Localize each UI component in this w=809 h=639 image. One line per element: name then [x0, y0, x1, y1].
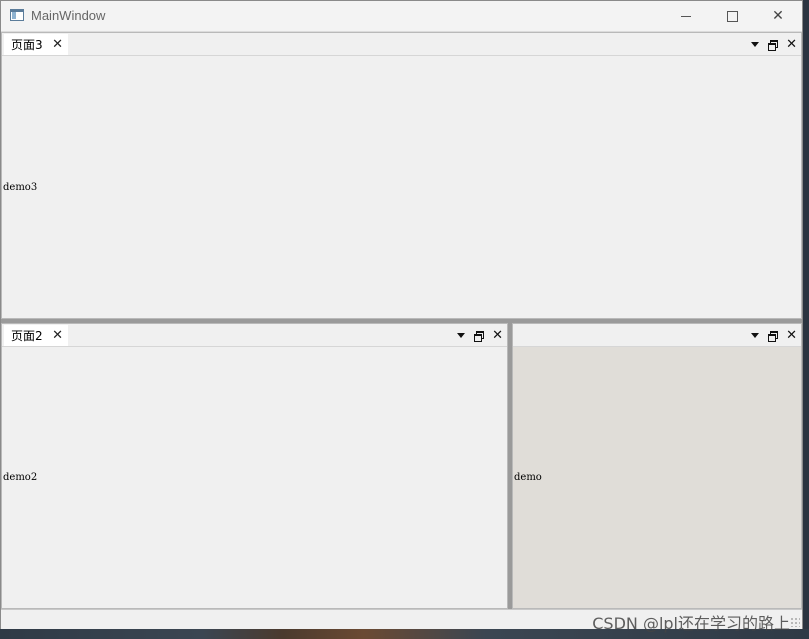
dock-panel-left: 页面2 ✕ ✕ demo2 — [1, 323, 508, 609]
tab-label: 页面3 — [11, 38, 43, 52]
dock-content: demo3 — [2, 56, 801, 318]
float-icon[interactable] — [768, 330, 779, 342]
float-icon[interactable] — [768, 39, 779, 51]
dropdown-icon[interactable] — [751, 332, 760, 338]
dock-tab-bar: 页面3 ✕ ✕ — [2, 33, 801, 56]
tab-label: 页面2 — [11, 329, 43, 343]
app-window-icon — [10, 9, 24, 21]
minimize-button[interactable] — [663, 1, 709, 31]
close-icon: ✕ — [772, 8, 784, 24]
close-window-button[interactable]: ✕ — [755, 1, 801, 31]
tab-page2[interactable]: 页面2 ✕ — [4, 325, 68, 346]
watermark-text: CSDN @lpl还在学习的路上 — [592, 614, 790, 633]
tab-close-icon[interactable]: ✕ — [52, 37, 63, 52]
maximize-icon — [726, 10, 738, 22]
minimize-icon — [681, 15, 691, 17]
close-icon[interactable]: ✕ — [786, 38, 797, 51]
dock-buttons: ✕ — [457, 324, 503, 346]
dock-tab-bar: ✕ — [513, 324, 801, 347]
window-title: MainWindow — [31, 8, 106, 23]
title-bar[interactable]: MainWindow ✕ — [1, 1, 802, 32]
tab-page3[interactable]: 页面3 ✕ — [4, 34, 68, 55]
close-icon[interactable]: ✕ — [786, 329, 797, 342]
float-icon[interactable] — [474, 330, 485, 342]
dropdown-icon[interactable] — [751, 41, 760, 47]
close-icon[interactable]: ✕ — [492, 329, 503, 342]
content-text: demo — [514, 472, 542, 483]
maximize-button[interactable] — [709, 1, 755, 31]
dock-buttons: ✕ — [751, 324, 797, 346]
status-bar: CSDN @lpl还在学习的路上 — [1, 609, 802, 633]
tab-close-icon[interactable]: ✕ — [52, 328, 63, 343]
dropdown-icon[interactable] — [457, 332, 466, 338]
resize-grip-icon[interactable] — [790, 617, 800, 627]
content-text: demo3 — [3, 182, 38, 193]
dock-buttons: ✕ — [751, 33, 797, 55]
dock-panel-top: 页面3 ✕ ✕ demo3 — [1, 32, 802, 319]
dock-content: demo — [513, 347, 801, 608]
content-text: demo2 — [3, 472, 38, 483]
main-window: MainWindow ✕ 页面3 ✕ ✕ demo3 页面2 ✕ ✕ demo2… — [0, 0, 803, 633]
dock-content: demo2 — [2, 347, 507, 608]
dock-tab-bar: 页面2 ✕ ✕ — [2, 324, 507, 347]
dock-panel-right: ✕ demo — [512, 323, 802, 609]
